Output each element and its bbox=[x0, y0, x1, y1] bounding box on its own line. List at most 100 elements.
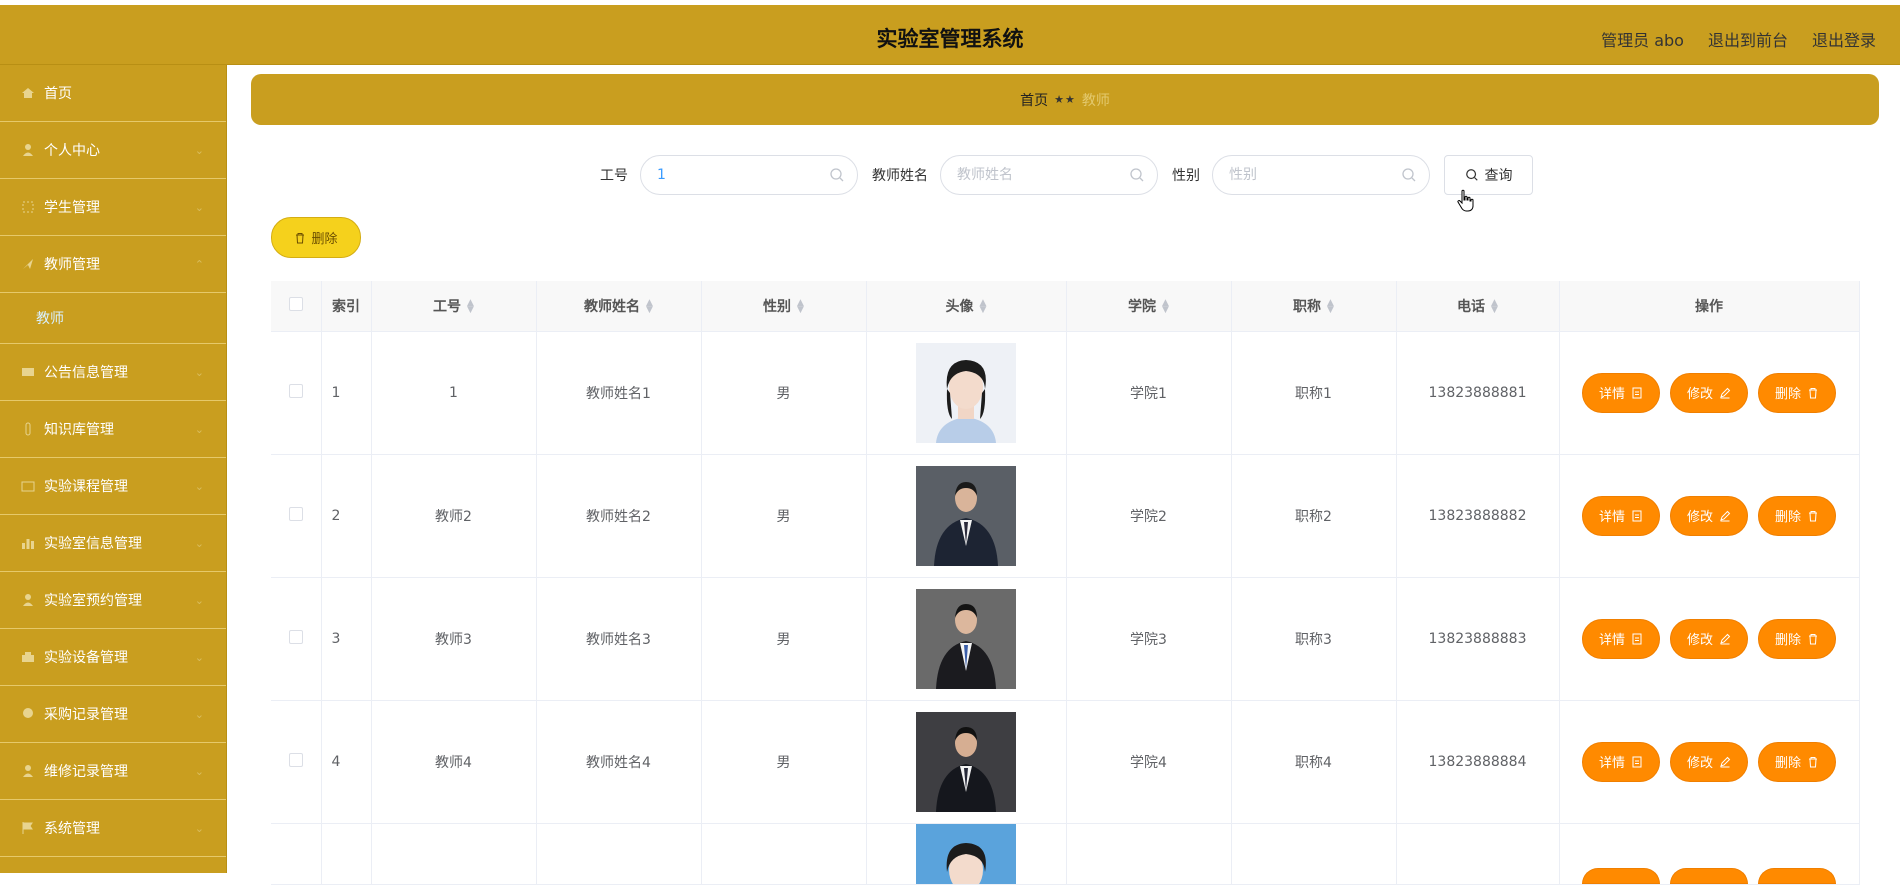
avatar[interactable] bbox=[916, 823, 1016, 884]
chevron-down-icon: ⌄ bbox=[194, 422, 204, 436]
edit-button[interactable]: 修改 bbox=[1670, 741, 1748, 782]
row-checkbox[interactable] bbox=[288, 629, 303, 644]
detail-button[interactable]: 详情 bbox=[1582, 372, 1660, 413]
sidebar-item-label: 教师管理 bbox=[44, 257, 100, 273]
delete-button[interactable]: 删除 bbox=[1758, 372, 1836, 413]
sort-icon[interactable]: ▲ ▼ bbox=[797, 298, 804, 314]
row-checkbox[interactable] bbox=[288, 383, 303, 398]
sidebar-item-label: 首页 bbox=[44, 86, 72, 102]
row-checkbox[interactable] bbox=[288, 752, 303, 767]
sort-icon[interactable]: ▲ ▼ bbox=[467, 298, 474, 314]
edit-button[interactable]: 修改 bbox=[1670, 495, 1748, 536]
sidebar-item-teachers[interactable]: 教师管理 ⌃ bbox=[0, 236, 226, 293]
row-gender: 男 bbox=[701, 454, 867, 578]
col-college-header[interactable]: 学院 ▲ ▼ bbox=[1066, 281, 1232, 332]
row-index: 2 bbox=[321, 454, 372, 578]
sidebar-item-label: 采购记录管理 bbox=[44, 707, 128, 723]
back-to-front-link[interactable]: 退出到前台 bbox=[1708, 27, 1788, 51]
detail-button[interactable]: 详情 bbox=[1582, 741, 1660, 782]
select-all-checkbox[interactable] bbox=[288, 296, 303, 311]
row-index: 4 bbox=[321, 700, 372, 824]
teacher-id-input[interactable] bbox=[657, 156, 837, 194]
row-id: 教师4 bbox=[371, 700, 537, 824]
sort-icon[interactable]: ▲ ▼ bbox=[1162, 298, 1169, 314]
avatar[interactable] bbox=[916, 465, 1016, 566]
row-id: 1 bbox=[371, 331, 537, 455]
delete-button[interactable]: 删除 bbox=[1758, 741, 1836, 782]
delete-button[interactable]: 删除 bbox=[1758, 495, 1836, 536]
sidebar-subitem-label: 教师 bbox=[36, 311, 64, 327]
chevron-down-icon: ⌄ bbox=[194, 764, 204, 778]
sidebar-item-courses[interactable]: 实验课程管理 ⌄ bbox=[0, 458, 226, 515]
sort-icon[interactable]: ▲ ▼ bbox=[1491, 298, 1498, 314]
row-gender: 男 bbox=[701, 331, 867, 455]
trash-icon bbox=[296, 232, 305, 243]
sidebar-item-equipment[interactable]: 实验设备管理 ⌄ bbox=[0, 629, 226, 686]
sort-icon[interactable]: ▲ ▼ bbox=[1327, 298, 1334, 314]
col-name-header[interactable]: 教师姓名 ▲ ▼ bbox=[536, 281, 702, 332]
row-avatar-cell bbox=[866, 577, 1067, 701]
edit-button[interactable]: 修改 bbox=[1670, 372, 1748, 413]
edit-button[interactable] bbox=[1670, 867, 1748, 884]
teacher-name-input[interactable] bbox=[957, 156, 1137, 194]
col-title-header[interactable]: 职称 ▲ ▼ bbox=[1231, 281, 1397, 332]
gender-field bbox=[1212, 155, 1430, 195]
row-avatar-cell bbox=[866, 454, 1067, 578]
breadcrumb: 首页 ★★ 教师 bbox=[251, 74, 1879, 125]
row-college: 学院3 bbox=[1066, 577, 1232, 701]
gender-input[interactable] bbox=[1229, 156, 1409, 194]
sidebar-item-home[interactable]: 首页 bbox=[0, 65, 226, 122]
sidebar-item-repair[interactable]: 维修记录管理 ⌄ bbox=[0, 743, 226, 800]
detail-button[interactable]: 详情 bbox=[1582, 618, 1660, 659]
col-id-header[interactable]: 工号 ▲ ▼ bbox=[371, 281, 537, 332]
batch-delete-button[interactable]: 删除 bbox=[271, 217, 361, 258]
sidebar-item-label: 实验课程管理 bbox=[44, 479, 128, 495]
sidebar-item-lab-info[interactable]: 实验室信息管理 ⌄ bbox=[0, 515, 226, 572]
row-college: 学院4 bbox=[1066, 700, 1232, 824]
delete-button[interactable]: 删除 bbox=[1758, 618, 1836, 659]
row-title: 职称1 bbox=[1231, 331, 1397, 455]
repair-icon bbox=[20, 763, 36, 779]
sidebar-subitem-teacher[interactable]: 教师 bbox=[0, 293, 226, 344]
chevron-up-icon: ⌃ bbox=[194, 257, 204, 271]
sidebar-item-personal[interactable]: 个人中心 ⌄ bbox=[0, 122, 226, 179]
detail-button[interactable]: 详情 bbox=[1582, 495, 1660, 536]
sidebar-item-notices[interactable]: 公告信息管理 ⌄ bbox=[0, 344, 226, 401]
trash-icon bbox=[1809, 633, 1817, 644]
gender-label: 性别 bbox=[1172, 168, 1200, 184]
sidebar-item-lab-reservation[interactable]: 实验室预约管理 ⌄ bbox=[0, 572, 226, 629]
chevron-down-icon: ⌄ bbox=[194, 479, 204, 493]
sidebar-item-label: 维修记录管理 bbox=[44, 764, 128, 780]
sidebar-item-students[interactable]: 学生管理 ⌄ bbox=[0, 179, 226, 236]
col-avatar-header[interactable]: 头像 ▲ ▼ bbox=[866, 281, 1067, 332]
table-row-partial bbox=[271, 823, 1860, 885]
admin-user-label[interactable]: 管理员 abo bbox=[1601, 27, 1684, 51]
sidebar-item-knowledge[interactable]: 知识库管理 ⌄ bbox=[0, 401, 226, 458]
table-row: 3 教师3 教师姓名3 男 学院3 职称3 13823888883 详情 修改 … bbox=[271, 577, 1860, 701]
select-all-cell bbox=[271, 281, 322, 332]
avatar[interactable] bbox=[916, 342, 1016, 443]
sidebar-item-purchase[interactable]: 采购记录管理 ⌄ bbox=[0, 686, 226, 743]
breadcrumb-home[interactable]: 首页 bbox=[1020, 90, 1048, 110]
avatar[interactable] bbox=[916, 711, 1016, 812]
sidebar-item-label: 知识库管理 bbox=[44, 422, 114, 438]
row-avatar-cell bbox=[866, 700, 1067, 824]
chevron-down-icon: ⌄ bbox=[194, 143, 204, 157]
logout-link[interactable]: 退出登录 bbox=[1812, 27, 1876, 51]
trash-icon bbox=[1809, 756, 1817, 767]
avatar[interactable] bbox=[916, 588, 1016, 689]
col-phone-header[interactable]: 电话 ▲ ▼ bbox=[1396, 281, 1560, 332]
search-icon bbox=[830, 168, 844, 182]
col-gender-header[interactable]: 性别 ▲ ▼ bbox=[701, 281, 867, 332]
document-icon bbox=[1632, 633, 1642, 644]
sidebar-item-system[interactable]: 系统管理 ⌄ bbox=[0, 800, 226, 857]
edit-button[interactable]: 修改 bbox=[1670, 618, 1748, 659]
row-checkbox[interactable] bbox=[288, 506, 303, 521]
sort-icon[interactable]: ▲ ▼ bbox=[646, 298, 653, 314]
row-index: 3 bbox=[321, 577, 372, 701]
chevron-down-icon: ⌄ bbox=[194, 593, 204, 607]
delete-button[interactable] bbox=[1758, 867, 1836, 884]
detail-button[interactable] bbox=[1582, 867, 1660, 884]
sort-icon[interactable]: ▲ ▼ bbox=[980, 298, 987, 314]
document-icon bbox=[1632, 387, 1642, 398]
